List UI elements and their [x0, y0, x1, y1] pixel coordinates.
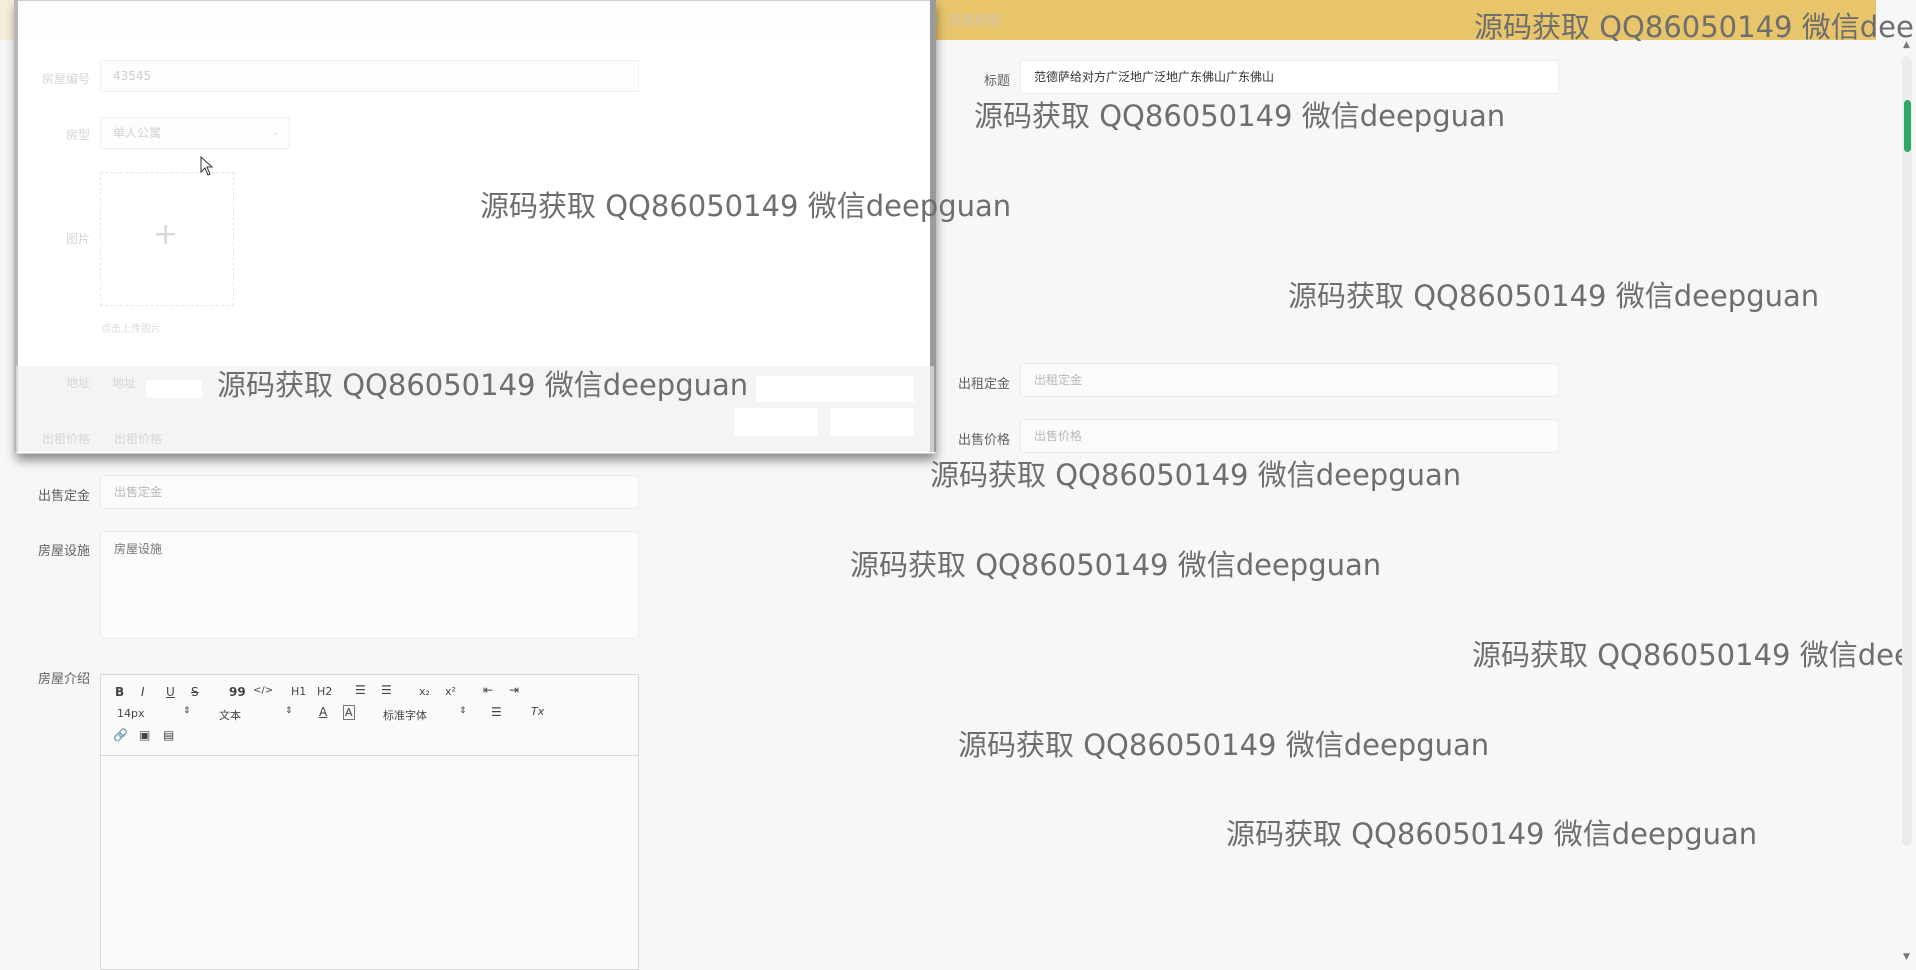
watermark: 源码获取 QQ86050149 微信deepguan — [850, 548, 1382, 582]
indent-icon[interactable]: ⇥ — [509, 683, 519, 697]
rent-price-label: 出租价格 — [41, 432, 90, 446]
cursor-icon — [200, 156, 214, 176]
house-no-label: 房屋编号 — [41, 72, 90, 86]
overlay-button-2[interactable] — [830, 408, 914, 436]
address-input[interactable]: 地址 — [112, 374, 142, 391]
bullet-list-icon[interactable]: ☰ — [381, 683, 392, 697]
editor-content[interactable] — [101, 756, 638, 970]
overlay-button-1[interactable] — [734, 408, 818, 436]
watermark: 源码获取 QQ86050149 微信deepguan — [930, 458, 1462, 492]
background-color-icon[interactable]: A — [343, 705, 355, 720]
code-button[interactable]: </> — [253, 685, 273, 696]
editor-toolbar: B I U S 99 </> H1 H2 ☰ ☰ x₂ x² ⇤ ⇥ 14px … — [101, 675, 638, 756]
scroll-down-arrow[interactable]: ▼ — [1903, 952, 1910, 962]
align-icon[interactable]: ☰ — [491, 705, 502, 719]
text-type-select[interactable]: 文本 — [219, 707, 241, 723]
rich-text-editor[interactable]: B I U S 99 </> H1 H2 ☰ ☰ x₂ x² ⇤ ⇥ 14px … — [100, 674, 639, 970]
clear-format-button[interactable]: Tx — [531, 705, 544, 718]
watermark: 源码获取 QQ86050149 微信deepguan — [480, 189, 1012, 223]
image-uploader[interactable]: + — [100, 172, 234, 306]
font-size-chevron-icon: ⇕ — [183, 706, 191, 716]
watermark: 源码获取 QQ86050149 微信deepguan — [1288, 279, 1820, 313]
house-no-input[interactable]: 43545 — [100, 60, 639, 92]
watermark: 源码获取 QQ86050149 微信deepguan — [217, 368, 749, 402]
title-input[interactable]: 范德萨给对方广泛地广泛地广东佛山广东佛山 — [1020, 60, 1559, 94]
watermark: 源码获取 QQ86050149 微信dee — [1474, 10, 1914, 44]
address-label: 地址 — [65, 376, 90, 390]
link-icon[interactable]: 🔗 — [113, 728, 128, 742]
text-type-chevron-icon: ⇕ — [285, 706, 293, 716]
breadcrumb-current: 房屋租售 — [948, 14, 1001, 29]
overlay-white-box-2 — [756, 376, 914, 402]
sale-deposit-input[interactable]: 出售定金 — [100, 475, 639, 509]
house-type-label: 房型 — [65, 128, 90, 142]
house-type-select[interactable]: 单人公寓 ⌄ — [100, 117, 290, 149]
scrollbar-thumb[interactable] — [1904, 100, 1911, 152]
watermark: 源码获取 QQ86050149 微信dee — [1472, 638, 1912, 672]
watermark: 源码获取 QQ86050149 微信deepguan — [1226, 817, 1758, 851]
rent-deposit-label: 出租定金 — [957, 377, 1010, 392]
font-color-button[interactable]: A — [319, 705, 327, 719]
plus-icon: + — [153, 217, 179, 252]
sale-deposit-label: 出售定金 — [37, 489, 90, 504]
watermark: 源码获取 QQ86050149 微信deepguan — [974, 99, 1506, 133]
h2-button[interactable]: H2 — [317, 685, 332, 698]
image-label: 图片 — [65, 232, 90, 246]
outdent-icon[interactable]: ⇤ — [483, 683, 493, 697]
sale-price-label: 出售价格 — [957, 433, 1010, 448]
scroll-up-arrow[interactable]: ▲ — [1903, 40, 1910, 50]
rent-price-input[interactable]: 出租价格 — [114, 430, 194, 447]
italic-button[interactable]: I — [141, 685, 145, 699]
font-family-select[interactable]: 标准字体 — [383, 707, 427, 723]
h1-button[interactable]: H1 — [291, 685, 306, 698]
strike-button[interactable]: S — [191, 685, 199, 699]
chevron-down-icon: ⌄ — [271, 128, 279, 138]
ordered-list-icon[interactable]: ☰ — [355, 683, 366, 697]
facilities-label: 房屋设施 — [37, 544, 90, 559]
font-family-chevron-icon: ⇕ — [459, 706, 467, 716]
facilities-textarea[interactable] — [100, 531, 639, 639]
subscript-button[interactable]: x₂ — [419, 685, 430, 698]
video-icon[interactable]: ▤ — [163, 728, 174, 742]
house-type-value: 单人公寓 — [113, 126, 162, 140]
watermark: 源码获取 QQ86050149 微信deepguan — [958, 728, 1490, 762]
superscript-button[interactable]: x² — [445, 685, 456, 698]
upload-hint: 点击上传图片 — [101, 324, 161, 335]
font-size-select[interactable]: 14px — [117, 707, 145, 720]
intro-label: 房屋介绍 — [37, 672, 90, 687]
overlay-white-box — [146, 380, 202, 398]
sale-price-input[interactable]: 出售价格 — [1020, 419, 1559, 453]
underline-button[interactable]: U — [166, 685, 175, 699]
rent-deposit-input[interactable]: 出租定金 — [1020, 363, 1559, 397]
quote-button[interactable]: 99 — [229, 685, 246, 699]
bold-button[interactable]: B — [115, 685, 124, 699]
vertical-scrollbar[interactable] — [1902, 56, 1912, 846]
title-label: 标题 — [983, 74, 1010, 89]
image-icon[interactable]: ▣ — [139, 728, 150, 742]
